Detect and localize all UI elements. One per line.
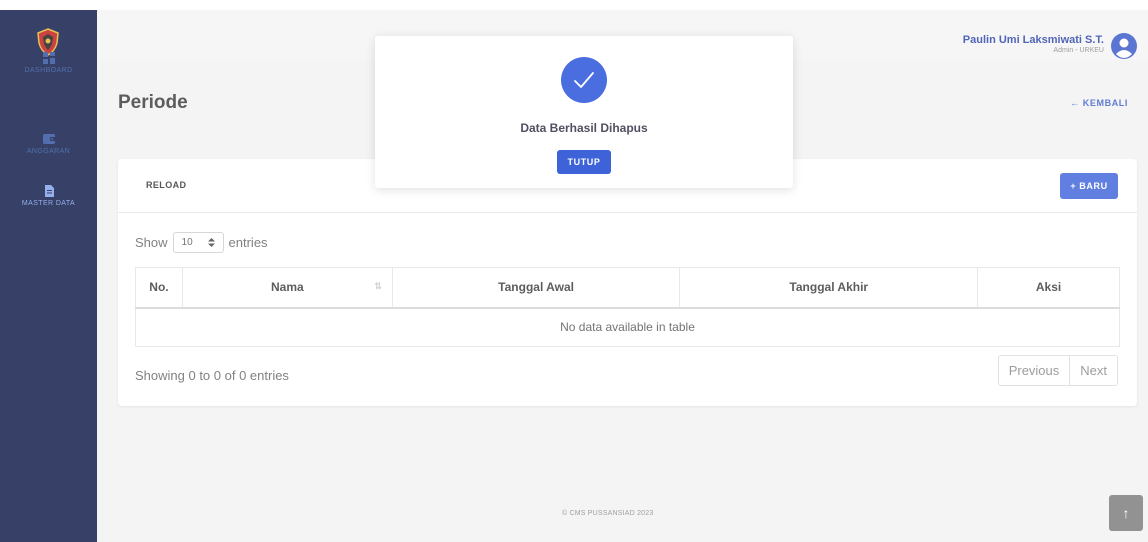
back-link[interactable]: ← KEMBALI <box>1070 98 1128 108</box>
column-header-tanggal-awal[interactable]: Tanggal Awal <box>391 267 681 309</box>
column-label: No. <box>149 280 169 295</box>
success-modal: Data Berhasil Dihapus TUTUP <box>375 36 793 188</box>
user-avatar-icon[interactable] <box>1110 32 1138 60</box>
previous-page-button[interactable]: Previous <box>999 356 1070 385</box>
success-check-icon <box>561 57 607 103</box>
column-label: Tanggal Awal <box>498 280 574 295</box>
footer-copyright: © CMS PUSSANSIAD 2023 <box>562 510 654 517</box>
empty-table-message: No data available in table <box>135 307 1120 347</box>
column-label: Aksi <box>1035 280 1062 295</box>
column-header-no[interactable]: No. <box>135 267 183 309</box>
user-role: Admin - URKEU <box>1053 47 1104 54</box>
sort-icon: ⇅ <box>374 281 382 291</box>
table-row: No data available in table <box>135 307 1120 347</box>
app-root: DASHBOARD ANGGARAN MASTER DATA Paulin Um… <box>0 0 1148 542</box>
page-title: Periode <box>118 92 188 113</box>
column-header-tanggal-akhir[interactable]: Tanggal Akhir <box>679 267 979 309</box>
close-modal-button[interactable]: TUTUP <box>557 150 611 174</box>
sidebar-item-dashboard[interactable]: DASHBOARD <box>0 52 97 74</box>
column-label: Tanggal Akhir <box>789 280 869 295</box>
sidebar-item-master-data[interactable]: MASTER DATA <box>0 185 97 207</box>
pagination: Previous Next <box>997 355 1118 386</box>
show-label: Show <box>135 235 168 250</box>
data-card: RELOAD + BARU Show 10 entries No. Nama ⇅ … <box>118 159 1137 406</box>
sidebar: DASHBOARD ANGGARAN MASTER DATA <box>0 10 97 542</box>
sidebar-item-anggaran[interactable]: ANGGARAN <box>0 133 97 155</box>
file-icon <box>44 185 54 197</box>
page-length-value: 10 <box>181 237 193 248</box>
modal-message: Data Berhasil Dihapus <box>520 121 648 135</box>
entries-label: entries <box>228 235 268 250</box>
arrow-up-icon: ↑ <box>1122 505 1130 521</box>
column-header-nama[interactable]: Nama ⇅ <box>181 267 393 309</box>
column-label: Nama <box>271 280 304 295</box>
table-info: Showing 0 to 0 of 0 entries <box>135 368 289 383</box>
add-new-button[interactable]: + BARU <box>1060 173 1118 199</box>
page-length-control: Show 10 entries <box>135 232 268 253</box>
data-table: No. Nama ⇅ Tanggal Awal Tanggal Akhir Aks… <box>135 267 1120 347</box>
page-length-select[interactable]: 10 <box>172 232 224 253</box>
next-page-button[interactable]: Next <box>1069 356 1117 385</box>
dashboard-icon <box>42 52 55 64</box>
user-name[interactable]: Paulin Umi Laksmiwati S.T. <box>963 34 1104 46</box>
select-arrows-icon <box>207 238 215 247</box>
reload-button[interactable]: RELOAD <box>146 180 186 190</box>
scroll-top-button[interactable]: ↑ <box>1109 495 1143 531</box>
wallet-icon <box>42 134 55 144</box>
sidebar-item-label: DASHBOARD <box>24 67 73 74</box>
column-header-aksi[interactable]: Aksi <box>977 267 1120 309</box>
sidebar-item-label: MASTER DATA <box>21 200 76 207</box>
table-header-row: No. Nama ⇅ Tanggal Awal Tanggal Akhir Aks… <box>135 267 1120 309</box>
top-strip <box>0 0 1148 10</box>
sidebar-item-label: ANGGARAN <box>26 148 71 155</box>
